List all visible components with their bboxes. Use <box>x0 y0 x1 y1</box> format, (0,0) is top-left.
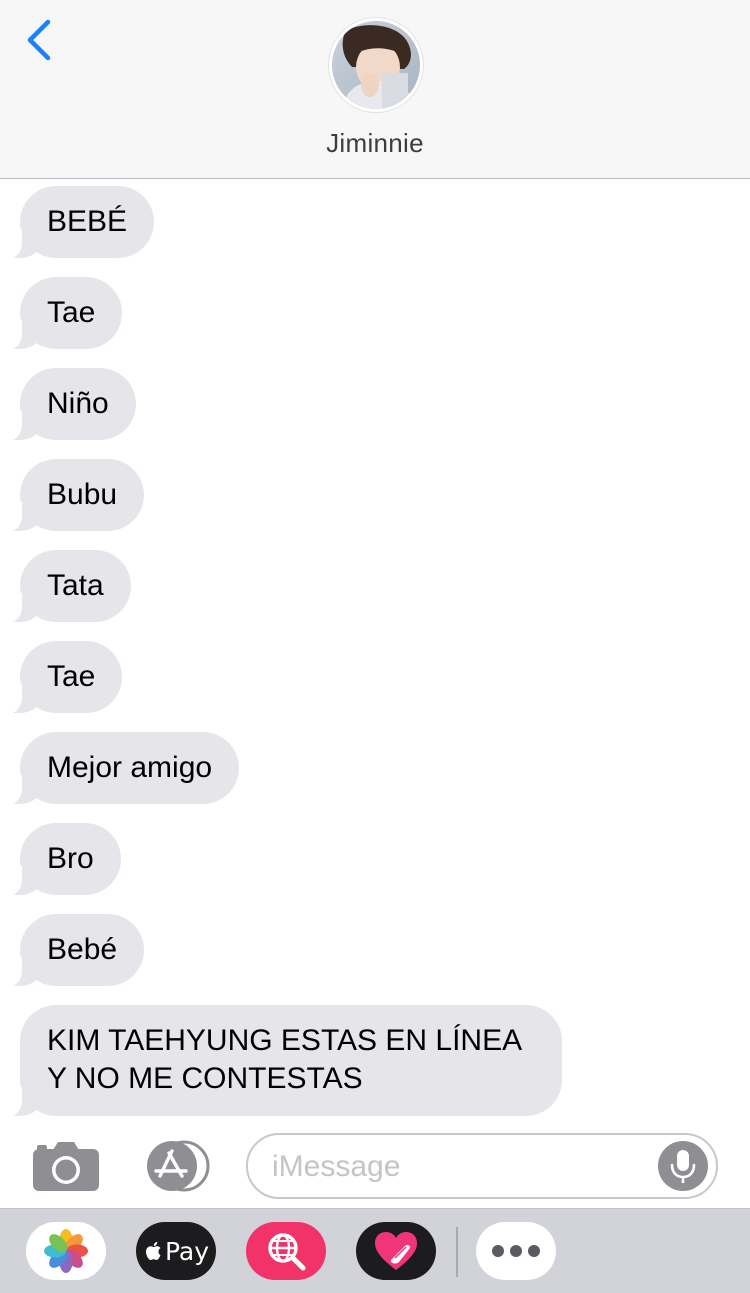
app-store-icon <box>147 1140 210 1192</box>
message-bubble[interactable]: Bro <box>0 823 121 896</box>
web-images-button[interactable] <box>246 1222 326 1280</box>
chevron-left-icon <box>27 19 51 61</box>
apple-pay-label: Pay <box>164 1236 210 1266</box>
app-store-button[interactable] <box>140 1140 212 1197</box>
message-input[interactable]: iMessage <box>246 1133 718 1199</box>
message-bubble[interactable]: Tae <box>0 277 123 350</box>
photos-app-button[interactable] <box>26 1222 106 1280</box>
compose-bar: iMessage <box>0 1128 750 1208</box>
digital-touch-icon <box>375 1232 417 1270</box>
message-bubble[interactable]: Tata <box>0 550 131 623</box>
message-bubble[interactable]: Bubu <box>0 459 145 532</box>
conversation-header: Jiminnie <box>0 0 750 179</box>
message-text: Niño <box>47 387 109 420</box>
message-bubble[interactable]: Tae <box>0 641 123 714</box>
microphone-icon <box>670 1150 696 1183</box>
message-thread[interactable]: BEBÉ Tae Niño Bubu Tata Tae Mejor amigo … <box>0 180 750 1128</box>
app-drawer: Pay <box>0 1208 750 1293</box>
message-text: BEBÉ <box>47 205 128 238</box>
message-text: Tae <box>47 296 96 329</box>
message-text: Bubu <box>47 478 118 511</box>
web-images-search-icon <box>268 1233 306 1271</box>
message-bubble[interactable]: Niño <box>0 368 136 441</box>
message-text: Bro <box>47 842 94 875</box>
microphone-button[interactable] <box>658 1141 708 1191</box>
camera-icon <box>33 1142 99 1191</box>
contact-avatar[interactable] <box>329 18 423 112</box>
photos-app-icon <box>44 1229 88 1273</box>
apple-logo-icon <box>145 1241 161 1260</box>
avatar-photo-icon <box>332 21 420 109</box>
contact-name[interactable]: Jiminnie <box>0 128 750 159</box>
digital-touch-button[interactable] <box>356 1222 436 1280</box>
message-bubble[interactable]: BEBÉ <box>0 186 155 259</box>
message-bubble[interactable]: Bebé <box>0 914 145 987</box>
more-apps-button[interactable] <box>476 1222 556 1280</box>
drawer-divider <box>456 1227 458 1277</box>
message-bubble[interactable]: Mejor amigo <box>0 732 240 805</box>
message-bubble[interactable]: KIM TAEHYUNG ESTAS EN LÍNEA Y NO ME CONT… <box>0 1005 562 1117</box>
message-text: KIM TAEHYUNG ESTAS EN LÍNEA Y NO ME CONT… <box>47 1024 521 1095</box>
back-button[interactable] <box>22 18 58 62</box>
message-text: Mejor amigo <box>47 751 213 784</box>
camera-button[interactable] <box>33 1141 99 1196</box>
more-apps-icon <box>492 1245 540 1257</box>
message-text: Tata <box>47 569 104 602</box>
message-input-placeholder: iMessage <box>272 1150 401 1183</box>
message-text: Bebé <box>47 933 118 966</box>
apple-pay-button[interactable]: Pay <box>136 1222 216 1280</box>
message-text: Tae <box>47 660 96 693</box>
